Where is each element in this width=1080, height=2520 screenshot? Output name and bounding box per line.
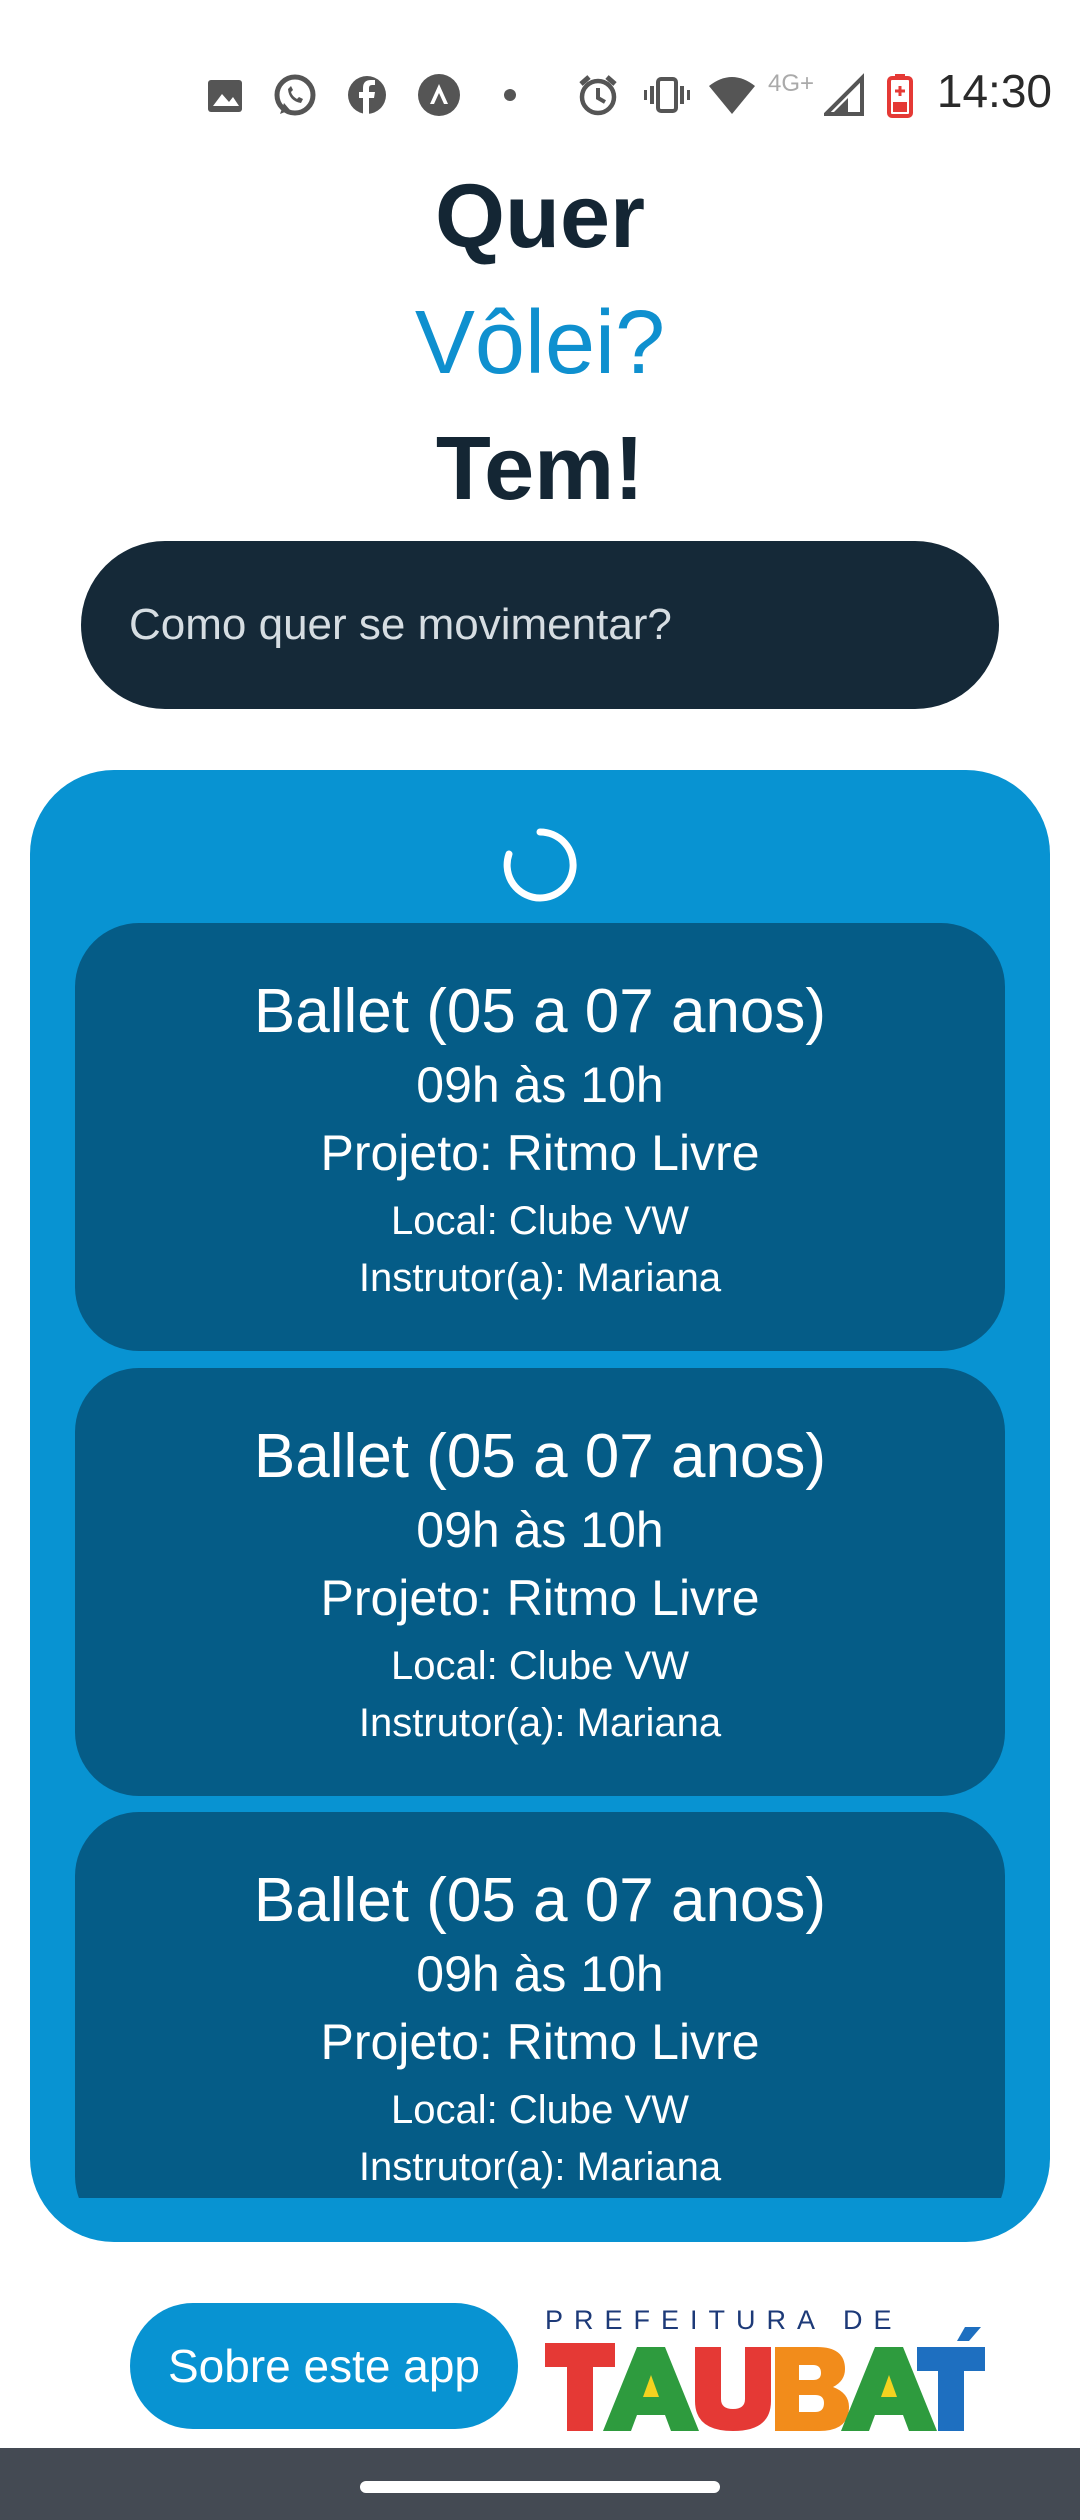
battery-icon <box>887 74 913 118</box>
network-type-label: 4G+ <box>768 70 815 97</box>
activity-project: Projeto: Ritmo Livre <box>320 1125 760 1181</box>
title-line-3: Tem! <box>435 419 645 519</box>
activity-title: Ballet (05 a 07 anos) <box>253 1866 827 1935</box>
activity-time: 09h às 10h <box>416 1946 664 2002</box>
activity-card[interactable]: Ballet (05 a 07 anos) 09h às 10h Projeto… <box>75 1368 1005 1796</box>
activity-instructor: Instrutor(a): Mariana <box>358 2145 722 2189</box>
activity-card[interactable]: Ballet (05 a 07 anos) 09h às 10h Projeto… <box>75 1812 1005 2198</box>
dot-icon <box>504 89 516 101</box>
navigation-bar <box>0 2448 1080 2520</box>
activity-instructor: Instrutor(a): Mariana <box>358 1256 722 1300</box>
title-line-1: Quer <box>434 167 646 267</box>
search-input[interactable] <box>127 599 931 651</box>
activity-location: Local: Clube VW <box>391 1644 689 1688</box>
signal-icon <box>824 73 864 116</box>
activity-location: Local: Clube VW <box>391 2088 689 2132</box>
whatsapp-icon <box>274 74 316 116</box>
activity-card[interactable]: Ballet (05 a 07 anos) 09h às 10h Projeto… <box>75 923 1005 1351</box>
search-bar[interactable] <box>81 541 999 709</box>
alarm-icon <box>579 75 617 116</box>
gallery-icon <box>208 80 242 112</box>
prefeitura-taubate-logo: PREFEITURA DE <box>545 2305 985 2431</box>
about-app-button[interactable]: Sobre este app <box>130 2303 518 2429</box>
activity-time: 09h às 10h <box>416 1502 664 1558</box>
activity-location: Local: Clube VW <box>391 1199 689 1243</box>
activity-instructor: Instrutor(a): Mariana <box>358 1701 722 1745</box>
activity-title: Ballet (05 a 07 anos) <box>253 1422 827 1491</box>
loading-spinner-icon <box>503 828 577 902</box>
activity-time: 09h às 10h <box>416 1057 664 1113</box>
activity-title: Ballet (05 a 07 anos) <box>253 977 827 1046</box>
activity-project: Projeto: Ritmo Livre <box>320 1570 760 1626</box>
app-screen: 4G+ 14:30 Quer Vôlei? Tem! Ballet (05 a … <box>0 0 1080 2520</box>
app-icon <box>418 74 460 116</box>
home-gesture-handle[interactable] <box>360 2481 720 2493</box>
wifi-icon <box>709 77 755 114</box>
title-line-2: Vôlei? <box>414 293 666 393</box>
activity-project: Projeto: Ritmo Livre <box>320 2014 760 2070</box>
status-time: 14:30 <box>936 65 1052 117</box>
facebook-icon <box>348 76 386 114</box>
activity-list[interactable]: Ballet (05 a 07 anos) 09h às 10h Projeto… <box>75 923 1005 2198</box>
vibrate-icon <box>644 77 690 113</box>
results-panel: Ballet (05 a 07 anos) 09h às 10h Projeto… <box>30 770 1050 2242</box>
taubate-wordmark-icon <box>545 2327 985 2431</box>
